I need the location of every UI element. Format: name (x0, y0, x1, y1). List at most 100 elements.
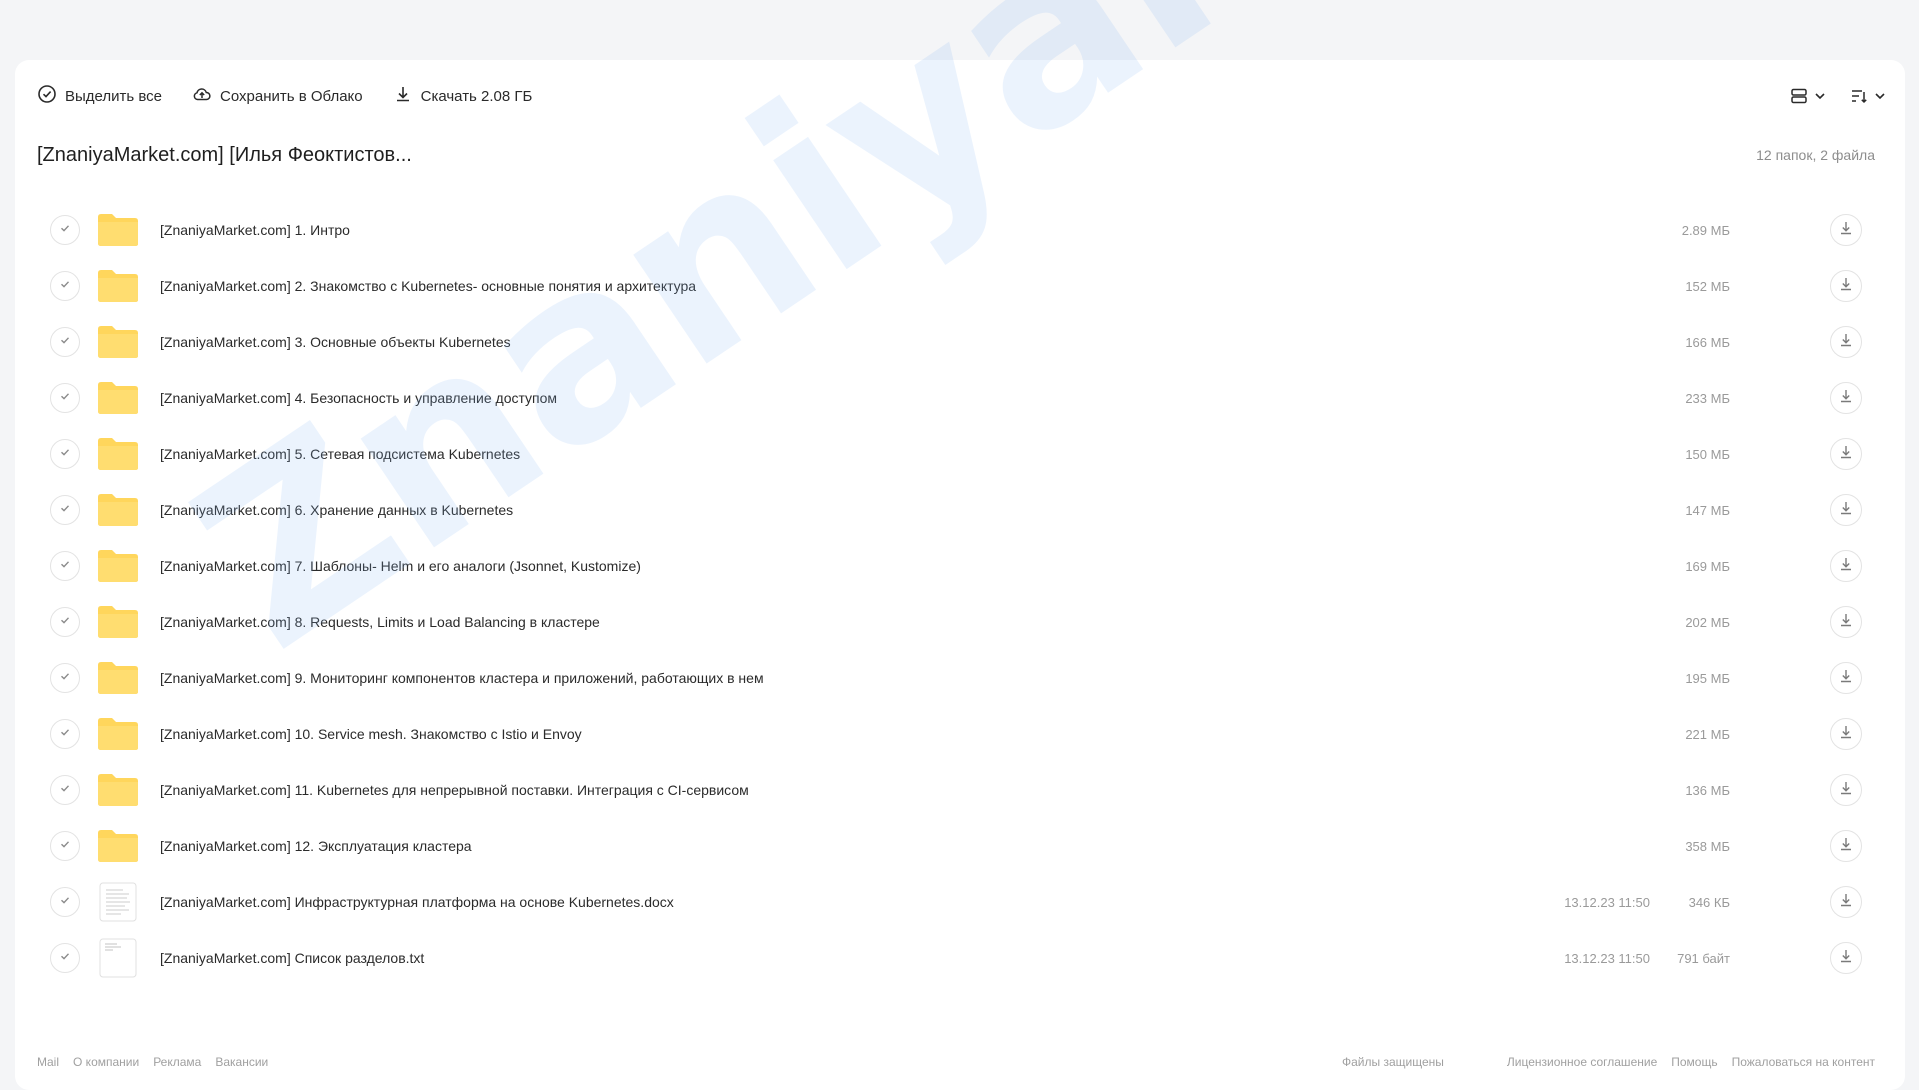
item-download-button[interactable] (1830, 886, 1862, 918)
folder-row[interactable]: [ZnaniyaMarket.com] 5. Сетевая подсистем… (15, 426, 1905, 482)
select-checkbox[interactable] (50, 215, 80, 245)
download-icon (1838, 668, 1854, 689)
item-download-button[interactable] (1830, 662, 1862, 694)
select-checkbox[interactable] (50, 943, 80, 973)
folder-row[interactable]: [ZnaniyaMarket.com] 6. Хранение данных в… (15, 482, 1905, 538)
checkmark-icon (58, 389, 72, 408)
download-icon (1838, 500, 1854, 521)
select-checkbox[interactable] (50, 775, 80, 805)
footer-link[interactable]: Лицензионное соглашение (1507, 1055, 1657, 1069)
select-checkbox[interactable] (50, 887, 80, 917)
select-checkbox[interactable] (50, 327, 80, 357)
item-download-button[interactable] (1830, 942, 1862, 974)
folder-row[interactable]: [ZnaniyaMarket.com] 2. Знакомство с Kube… (15, 258, 1905, 314)
item-name[interactable]: [ZnaniyaMarket.com] 10. Service mesh. Зн… (160, 726, 582, 742)
select-checkbox[interactable] (50, 495, 80, 525)
item-name[interactable]: [ZnaniyaMarket.com] 5. Сетевая подсистем… (160, 446, 520, 462)
select-checkbox[interactable] (50, 551, 80, 581)
download-icon (1838, 444, 1854, 465)
item-download-button[interactable] (1830, 382, 1862, 414)
item-download-button[interactable] (1830, 718, 1862, 750)
item-name[interactable]: [ZnaniyaMarket.com] 6. Хранение данных в… (160, 502, 513, 518)
item-name[interactable]: [ZnaniyaMarket.com] 11. Kubernetes для н… (160, 782, 749, 798)
item-size: 166 МБ (1685, 334, 1730, 350)
file-row[interactable]: [ZnaniyaMarket.com] Инфраструктурная пла… (15, 874, 1905, 930)
cloud-upload-icon (192, 84, 212, 108)
select-checkbox[interactable] (50, 607, 80, 637)
item-size: 147 МБ (1685, 502, 1730, 518)
folder-row[interactable]: [ZnaniyaMarket.com] 11. Kubernetes для н… (15, 762, 1905, 818)
item-download-button[interactable] (1830, 606, 1862, 638)
item-date: 13.12.23 11:50 (1564, 894, 1650, 910)
item-name[interactable]: [ZnaniyaMarket.com] 4. Безопасность и уп… (160, 390, 557, 406)
item-download-button[interactable] (1830, 550, 1862, 582)
checkmark-icon (58, 221, 72, 240)
save-to-cloud-button[interactable]: Сохранить в Облако (192, 84, 363, 108)
item-name[interactable]: [ZnaniyaMarket.com] 2. Знакомство с Kube… (160, 278, 696, 294)
folder-row[interactable]: [ZnaniyaMarket.com] 4. Безопасность и уп… (15, 370, 1905, 426)
item-name[interactable]: [ZnaniyaMarket.com] 12. Эксплуатация кла… (160, 838, 472, 854)
download-icon (1838, 612, 1854, 633)
item-name[interactable]: [ZnaniyaMarket.com] 8. Requests, Limits … (160, 614, 600, 630)
item-name[interactable]: [ZnaniyaMarket.com] 9. Мониторинг компон… (160, 670, 764, 686)
download-all-button[interactable]: Скачать 2.08 ГБ (393, 84, 533, 108)
files-protected-text: Файлы защищены (1342, 1055, 1444, 1069)
footer-link[interactable]: Вакансии (215, 1055, 268, 1069)
folder-row[interactable]: [ZnaniyaMarket.com] 10. Service mesh. Зн… (15, 706, 1905, 762)
file-row[interactable]: [ZnaniyaMarket.com] Список разделов.txt 1… (15, 930, 1905, 986)
checkmark-icon (58, 613, 72, 632)
item-download-button[interactable] (1830, 830, 1862, 862)
footer-link[interactable]: Реклама (153, 1055, 201, 1069)
checkmark-icon (58, 949, 72, 968)
select-checkbox[interactable] (50, 383, 80, 413)
sort-button[interactable] (1849, 86, 1887, 106)
item-name[interactable]: [ZnaniyaMarket.com] 1. Интро (160, 222, 350, 238)
select-checkbox[interactable] (50, 831, 80, 861)
item-download-button[interactable] (1830, 270, 1862, 302)
select-checkbox[interactable] (50, 719, 80, 749)
download-icon (1838, 892, 1854, 913)
item-download-button[interactable] (1830, 774, 1862, 806)
download-icon (393, 84, 413, 108)
download-all-label: Скачать 2.08 ГБ (420, 87, 533, 105)
footer-link[interactable]: Mail (37, 1055, 59, 1069)
folder-icon (97, 659, 139, 697)
item-name[interactable]: [ZnaniyaMarket.com] 3. Основные объекты … (160, 334, 511, 350)
select-checkbox[interactable] (50, 271, 80, 301)
item-download-button[interactable] (1830, 214, 1862, 246)
folder-header: [ZnaniyaMarket.com] [Илья Феоктистов... … (37, 138, 1875, 172)
checkmark-icon (58, 277, 72, 296)
file-list: [ZnaniyaMarket.com] 1. Интро 2.89 МБ [Znan… (15, 202, 1905, 986)
footer-link[interactable]: Пожаловаться на контент (1732, 1055, 1875, 1069)
chevron-down-icon (1813, 89, 1827, 103)
select-checkbox[interactable] (50, 663, 80, 693)
item-size: 152 МБ (1685, 278, 1730, 294)
select-all-button[interactable]: Выделить все (37, 84, 162, 108)
view-mode-button[interactable] (1789, 86, 1827, 106)
folder-row[interactable]: [ZnaniyaMarket.com] 12. Эксплуатация кла… (15, 818, 1905, 874)
footer-link[interactable]: Помощь (1671, 1055, 1717, 1069)
folder-icon (97, 323, 139, 361)
folder-row[interactable]: [ZnaniyaMarket.com] 9. Мониторинг компон… (15, 650, 1905, 706)
item-size: 346 КБ (1688, 894, 1730, 910)
folder-row[interactable]: [ZnaniyaMarket.com] 7. Шаблоны- Helm и е… (15, 538, 1905, 594)
footer-link[interactable]: О компании (73, 1055, 139, 1069)
folder-row[interactable]: [ZnaniyaMarket.com] 8. Requests, Limits … (15, 594, 1905, 650)
item-name[interactable]: [ZnaniyaMarket.com] Инфраструктурная пла… (160, 894, 674, 910)
folder-icon (97, 267, 139, 305)
item-name[interactable]: [ZnaniyaMarket.com] Список разделов.txt (160, 950, 424, 966)
download-icon (1838, 948, 1854, 969)
item-name[interactable]: [ZnaniyaMarket.com] 7. Шаблоны- Helm и е… (160, 558, 641, 574)
item-download-button[interactable] (1830, 326, 1862, 358)
item-download-button[interactable] (1830, 494, 1862, 526)
item-download-button[interactable] (1830, 438, 1862, 470)
download-icon (1838, 388, 1854, 409)
text-file-icon (97, 938, 139, 978)
folder-icon (97, 379, 139, 417)
select-checkbox[interactable] (50, 439, 80, 469)
folder-row[interactable]: [ZnaniyaMarket.com] 3. Основные объекты … (15, 314, 1905, 370)
folder-icon (97, 435, 139, 473)
item-size: 221 МБ (1685, 726, 1730, 742)
folder-row[interactable]: [ZnaniyaMarket.com] 1. Интро 2.89 МБ (15, 202, 1905, 258)
list-view-icon (1789, 86, 1809, 106)
